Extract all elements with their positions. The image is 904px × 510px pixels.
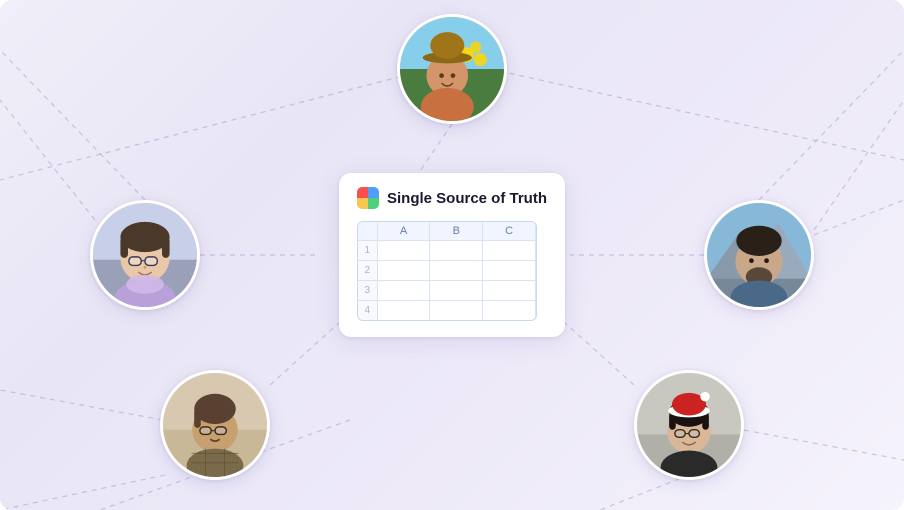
cell-a [377, 301, 430, 321]
spreadsheet: A B C 1234 [357, 221, 537, 321]
avatar-bottom-right [634, 370, 744, 480]
app-logo-icon [357, 187, 379, 209]
avatar-left [90, 200, 200, 310]
center-card: Single Source of Truth A B C 1234 [339, 173, 565, 337]
avatar-right-image [707, 203, 811, 307]
spreadsheet-col-c: C [483, 222, 536, 241]
card-header: Single Source of Truth [357, 187, 547, 209]
spreadsheet-body: 1234 [358, 241, 536, 321]
avatar-top [397, 14, 507, 124]
cell-c [483, 241, 536, 261]
spreadsheet-corner-cell [358, 222, 377, 241]
logo-quadrant-green [368, 198, 379, 209]
row-number: 1 [358, 241, 377, 261]
row-number: 2 [358, 261, 377, 281]
spreadsheet-col-a: A [377, 222, 430, 241]
row-number: 4 [358, 301, 377, 321]
avatar-right [704, 200, 814, 310]
scene: .conn-line { stroke: #9090c8; stroke-wid… [0, 0, 904, 510]
spreadsheet-table: A B C 1234 [358, 222, 536, 320]
row-number: 3 [358, 281, 377, 301]
cell-c [483, 281, 536, 301]
avatar-bottom-right-image [637, 373, 741, 477]
spreadsheet-row: 1 [358, 241, 536, 261]
cell-b [430, 301, 483, 321]
cell-a [377, 281, 430, 301]
cell-b [430, 281, 483, 301]
logo-quadrant-yellow [357, 198, 368, 209]
avatar-top-image [400, 17, 504, 121]
cell-b [430, 241, 483, 261]
avatar-left-image [93, 203, 197, 307]
cell-c [483, 301, 536, 321]
spreadsheet-row: 4 [358, 301, 536, 321]
spreadsheet-row: 2 [358, 261, 536, 281]
card-title: Single Source of Truth [387, 190, 547, 207]
cell-b [430, 261, 483, 281]
cell-a [377, 241, 430, 261]
spreadsheet-row: 3 [358, 281, 536, 301]
avatar-bottom-left [160, 370, 270, 480]
spreadsheet-col-b: B [430, 222, 483, 241]
spreadsheet-header-row: A B C [358, 222, 536, 241]
logo-quadrant-blue [368, 187, 379, 198]
cell-a [377, 261, 430, 281]
avatar-bottom-left-image [163, 373, 267, 477]
logo-quadrant-red [357, 187, 368, 198]
cell-c [483, 261, 536, 281]
